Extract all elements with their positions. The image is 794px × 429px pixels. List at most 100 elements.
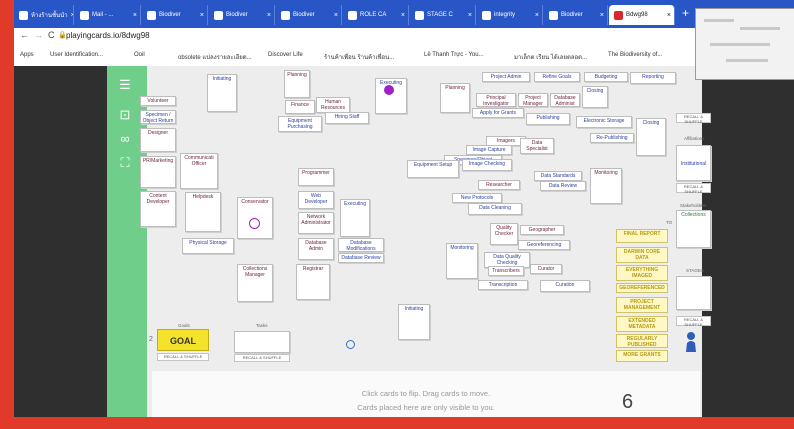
card[interactable]: Data Cleaning: [468, 203, 522, 215]
stakeholders-pile[interactable]: Collections: [676, 210, 711, 248]
card[interactable]: Executing: [375, 78, 407, 114]
card[interactable]: Project Admin: [482, 72, 530, 82]
card[interactable]: New Protocols: [452, 193, 502, 203]
stage-card[interactable]: PROJECT MANAGEMENT: [616, 297, 668, 313]
card[interactable]: Finance: [285, 100, 315, 114]
stage-card[interactable]: FINAL REPORT: [616, 229, 668, 243]
browser-tab[interactable]: Biodiver ×: [142, 5, 208, 25]
card[interactable]: Executing: [340, 199, 370, 237]
close-icon[interactable]: ×: [600, 12, 604, 19]
close-icon[interactable]: ×: [535, 12, 539, 19]
card[interactable]: Image Checking: [462, 159, 512, 171]
browser-tab[interactable]: Mail - ... ×: [75, 5, 141, 25]
toolbox-icon[interactable]: ⊡: [115, 108, 135, 122]
fullscreen-icon[interactable]: ⛶: [115, 156, 135, 170]
close-icon[interactable]: ×: [334, 12, 338, 19]
card[interactable]: Database Review: [338, 253, 384, 263]
card[interactable]: Apply for Grants: [472, 108, 524, 118]
browser-tab[interactable]: ROLE CA ×: [343, 5, 409, 25]
stage-card[interactable]: DARWIN CORE DATA: [616, 247, 668, 263]
goal-card[interactable]: GOAL: [157, 329, 209, 351]
card[interactable]: Electronic Storage: [576, 116, 632, 128]
tasks-pile[interactable]: [234, 331, 290, 353]
bookmark[interactable]: User Identification...: [50, 52, 103, 58]
card[interactable]: PR/Marketing: [140, 156, 176, 188]
card[interactable]: Designer: [140, 128, 176, 152]
marker-ring[interactable]: [346, 340, 355, 349]
close-icon[interactable]: ×: [71, 12, 73, 19]
card[interactable]: Quality Checker: [490, 223, 518, 245]
card[interactable]: Equipment Purchasing: [278, 116, 322, 132]
tasks-recall-button[interactable]: RECALL & SHUFFLE: [234, 354, 290, 362]
card[interactable]: Helpdesk: [185, 192, 221, 232]
new-tab-button[interactable]: +: [682, 6, 689, 20]
card[interactable]: Network Administrator: [298, 212, 334, 234]
browser-tab[interactable]: Biodiver ×: [276, 5, 342, 25]
forward-arrow-icon[interactable]: →: [34, 30, 43, 40]
card[interactable]: Curator: [530, 264, 562, 274]
bookmark[interactable]: ร้านค้าเพื่อน ร้านค้าเพื่อน...: [324, 52, 394, 62]
card[interactable]: Closing: [582, 86, 608, 108]
card[interactable]: Human Resources: [316, 97, 350, 113]
card[interactable]: Geographer: [520, 225, 564, 235]
bookmark[interactable]: Ooil: [134, 52, 145, 58]
apps-bookmark[interactable]: Apps: [20, 52, 34, 58]
stage-card[interactable]: REGULARLY PUBLISHED: [616, 334, 668, 348]
player-pawn-icon[interactable]: [684, 331, 698, 353]
browser-tab-active[interactable]: Bdwg98 ×: [609, 5, 675, 25]
browser-tab[interactable]: Biodiver ×: [544, 5, 608, 25]
card[interactable]: Re-Publishing: [590, 133, 634, 143]
close-icon[interactable]: ×: [401, 12, 405, 19]
browser-tab[interactable]: ห้างร้านชั้นนำ×: [14, 5, 74, 25]
card[interactable]: Georeferencing: [518, 240, 570, 250]
card[interactable]: Database Modifications: [338, 238, 384, 252]
url-field[interactable]: playingcards.io/8dwg98: [66, 31, 150, 40]
card[interactable]: Closing: [636, 118, 666, 156]
card[interactable]: Planning: [284, 70, 310, 98]
card[interactable]: Data Standards: [534, 171, 582, 181]
card[interactable]: Transcription: [478, 280, 528, 290]
bookmark[interactable]: Lê Thanh Trực - You...: [424, 52, 484, 58]
card[interactable]: Content Developer: [140, 191, 176, 227]
card[interactable]: Programmer: [298, 168, 334, 186]
share-icon[interactable]: ∞: [115, 132, 135, 146]
close-icon[interactable]: ×: [267, 12, 271, 19]
card[interactable]: Initiating: [398, 304, 430, 340]
card[interactable]: Equipment Setup: [407, 160, 459, 178]
marker-ring[interactable]: [249, 218, 260, 229]
card[interactable]: Publishing: [526, 113, 570, 125]
card[interactable]: Specimen / Object Return: [140, 110, 176, 124]
bookmark[interactable]: The Biodiversity of...: [608, 52, 662, 58]
card[interactable]: Collections Manager: [237, 264, 273, 302]
reload-icon[interactable]: C: [48, 30, 55, 40]
card[interactable]: Budgeting: [584, 72, 628, 82]
card[interactable]: Data Specialist: [520, 138, 554, 154]
card[interactable]: Hiring Staff: [325, 112, 369, 124]
card[interactable]: Principal Investigator: [476, 93, 516, 107]
menu-icon[interactable]: ☰: [115, 78, 135, 92]
close-icon[interactable]: ×: [667, 12, 671, 19]
bookmark[interactable]: มาเล็กต เรียน ได้เลยตลอด...: [514, 52, 587, 62]
browser-tab[interactable]: STAGE C ×: [410, 5, 476, 25]
recall-shuffle-button[interactable]: RECALL & SHUFFLE: [676, 113, 711, 124]
card[interactable]: Monitoring: [446, 243, 478, 279]
stage-card[interactable]: GEOREFERENCED: [616, 283, 668, 293]
recall-shuffle-button[interactable]: RECALL & SHUFFLE: [676, 316, 711, 327]
card[interactable]: Communicati Officer: [180, 153, 218, 189]
card[interactable]: Monitoring: [590, 168, 622, 204]
recall-shuffle-button[interactable]: RECALL & SHUFFLE: [676, 183, 711, 194]
card[interactable]: Database Administ: [550, 93, 580, 107]
stage-card[interactable]: MORE GRANTS: [616, 350, 668, 362]
browser-tab[interactable]: integrity ×: [477, 5, 543, 25]
card[interactable]: Reporting: [630, 72, 676, 84]
close-icon[interactable]: ×: [133, 12, 137, 19]
bookmark[interactable]: Discover Life: [268, 52, 303, 58]
card[interactable]: Registrar: [296, 264, 330, 300]
stage-card[interactable]: EVERYTHING IMAGED: [616, 265, 668, 281]
close-icon[interactable]: ×: [200, 12, 204, 19]
card[interactable]: Researcher: [478, 180, 520, 190]
close-icon[interactable]: ×: [468, 12, 472, 19]
goal-recall-button[interactable]: RECALL & SHUFFLE: [157, 353, 209, 361]
stage-card[interactable]: EXTENDED METADATA: [616, 316, 668, 332]
card[interactable]: Project Manager: [518, 93, 548, 107]
